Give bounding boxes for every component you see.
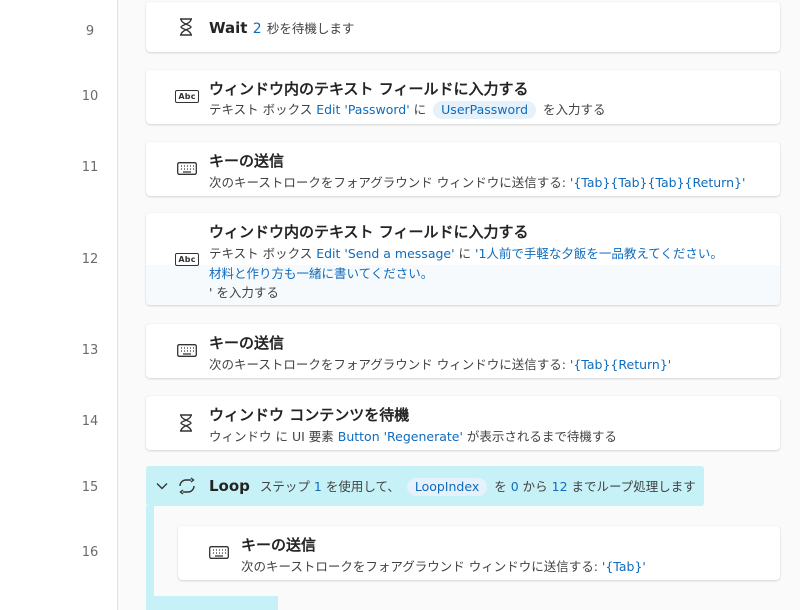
flow-designer-canvas[interactable]: Wait 2 秒を待機します Abc ウィンドウ内のテキスト フィールドに入力す… xyxy=(118,0,800,610)
keys-value: '{Tab}' xyxy=(601,559,646,574)
action-desc: 秒を待機します xyxy=(266,21,355,36)
line-number: 14 xyxy=(81,414,99,429)
line-number-gutter: 9 10 11 12 13 14 15 16 xyxy=(0,0,118,610)
action-desc: テキスト ボックス Edit 'Send a message' に '1人前で手… xyxy=(209,246,723,261)
loop-block-rail xyxy=(146,506,154,610)
chevron-down-icon[interactable] xyxy=(154,478,170,494)
loop-step-value: 1 xyxy=(313,479,322,494)
action-summary: Wait 2 秒を待機します xyxy=(209,18,354,37)
variable-pill[interactable]: LoopIndex xyxy=(406,478,488,496)
loop-end-value: 12 xyxy=(551,479,568,494)
text-value-line3: ' を入力する xyxy=(209,285,279,300)
action-title: キーの送信 xyxy=(209,334,285,352)
line-number: 9 xyxy=(85,24,95,39)
action-desc: 次のキーストロークをフォアグラウンド ウィンドウに送信する: '{Tab}{Re… xyxy=(209,357,672,372)
keys-value: '{Tab}{Tab}{Tab}{Return}' xyxy=(569,175,746,190)
line-number: 16 xyxy=(81,545,99,560)
loop-summary: Loop ステップ 1 を使用して、 LoopIndex を 0 から 12 ま… xyxy=(209,477,696,496)
ui-element-link[interactable]: Edit 'Password' xyxy=(316,102,409,117)
action-card-input-message[interactable]: Abc ウィンドウ内のテキスト フィールドに入力する テキスト ボックス Edi… xyxy=(146,213,780,305)
action-title: Wait xyxy=(209,19,248,37)
action-desc: テキスト ボックス Edit 'Password' に UserPassword… xyxy=(209,101,606,119)
action-title: ウィンドウ内のテキスト フィールドに入力する xyxy=(209,223,529,241)
action-desc: 次のキーストロークをフォアグラウンド ウィンドウに送信する: '{Tab}' xyxy=(241,559,646,574)
action-card-wait-window-content[interactable]: ウィンドウ コンテンツを待機 ウィンドウ に UI 要素 Button 'Reg… xyxy=(146,396,780,450)
action-title: キーの送信 xyxy=(209,152,285,170)
loop-block-end-rail xyxy=(146,596,278,610)
line-number: 12 xyxy=(81,252,99,267)
loop-block-header[interactable]: Loop ステップ 1 を使用して、 LoopIndex を 0 から 12 ま… xyxy=(146,466,704,506)
action-card-wait[interactable]: Wait 2 秒を待機します xyxy=(146,2,780,52)
keyboard-icon xyxy=(208,544,230,560)
keyboard-icon xyxy=(176,160,198,176)
text-value-line2: 材料と作り方も一緒に書いてください。 xyxy=(209,266,434,281)
wait-seconds-value: 2 xyxy=(252,21,262,37)
action-card-input-password[interactable]: Abc ウィンドウ内のテキスト フィールドに入力する テキスト ボックス Edi… xyxy=(146,70,780,124)
action-desc: ウィンドウ に UI 要素 Button 'Regenerate' が表示される… xyxy=(209,429,617,444)
loop-icon xyxy=(176,475,198,497)
action-title: キーの送信 xyxy=(241,536,317,554)
hourglass-icon xyxy=(176,413,196,433)
keyboard-icon xyxy=(176,342,198,358)
ui-element-link[interactable]: Button 'Regenerate' xyxy=(338,429,463,444)
action-title: Loop xyxy=(209,477,250,495)
action-title: ウィンドウ内のテキスト フィールドに入力する xyxy=(209,80,529,98)
ui-element-link[interactable]: Edit 'Send a message' xyxy=(316,246,454,261)
keys-value: '{Tab}{Return}' xyxy=(569,357,672,372)
action-title: ウィンドウ コンテンツを待機 xyxy=(209,406,410,424)
action-card-send-keys[interactable]: キーの送信 次のキーストロークをフォアグラウンド ウィンドウに送信する: '{T… xyxy=(146,324,780,378)
abc-textbox-icon: Abc xyxy=(175,88,199,104)
action-desc: 次のキーストロークをフォアグラウンド ウィンドウに送信する: '{Tab}{Ta… xyxy=(209,175,746,190)
abc-textbox-icon: Abc xyxy=(175,251,199,267)
action-card-send-keys-nested[interactable]: キーの送信 次のキーストロークをフォアグラウンド ウィンドウに送信する: '{T… xyxy=(178,526,780,580)
variable-pill[interactable]: UserPassword xyxy=(433,101,537,119)
line-number: 13 xyxy=(81,343,99,358)
hourglass-icon xyxy=(176,17,196,37)
text-value-line1: '1人前で手軽な夕飯を一品教えてください。 xyxy=(475,246,723,261)
line-number: 10 xyxy=(81,89,99,104)
line-number: 11 xyxy=(81,160,99,175)
line-number: 15 xyxy=(81,480,99,495)
loop-start-value: 0 xyxy=(510,479,519,494)
action-card-send-keys[interactable]: キーの送信 次のキーストロークをフォアグラウンド ウィンドウに送信する: '{T… xyxy=(146,142,780,196)
